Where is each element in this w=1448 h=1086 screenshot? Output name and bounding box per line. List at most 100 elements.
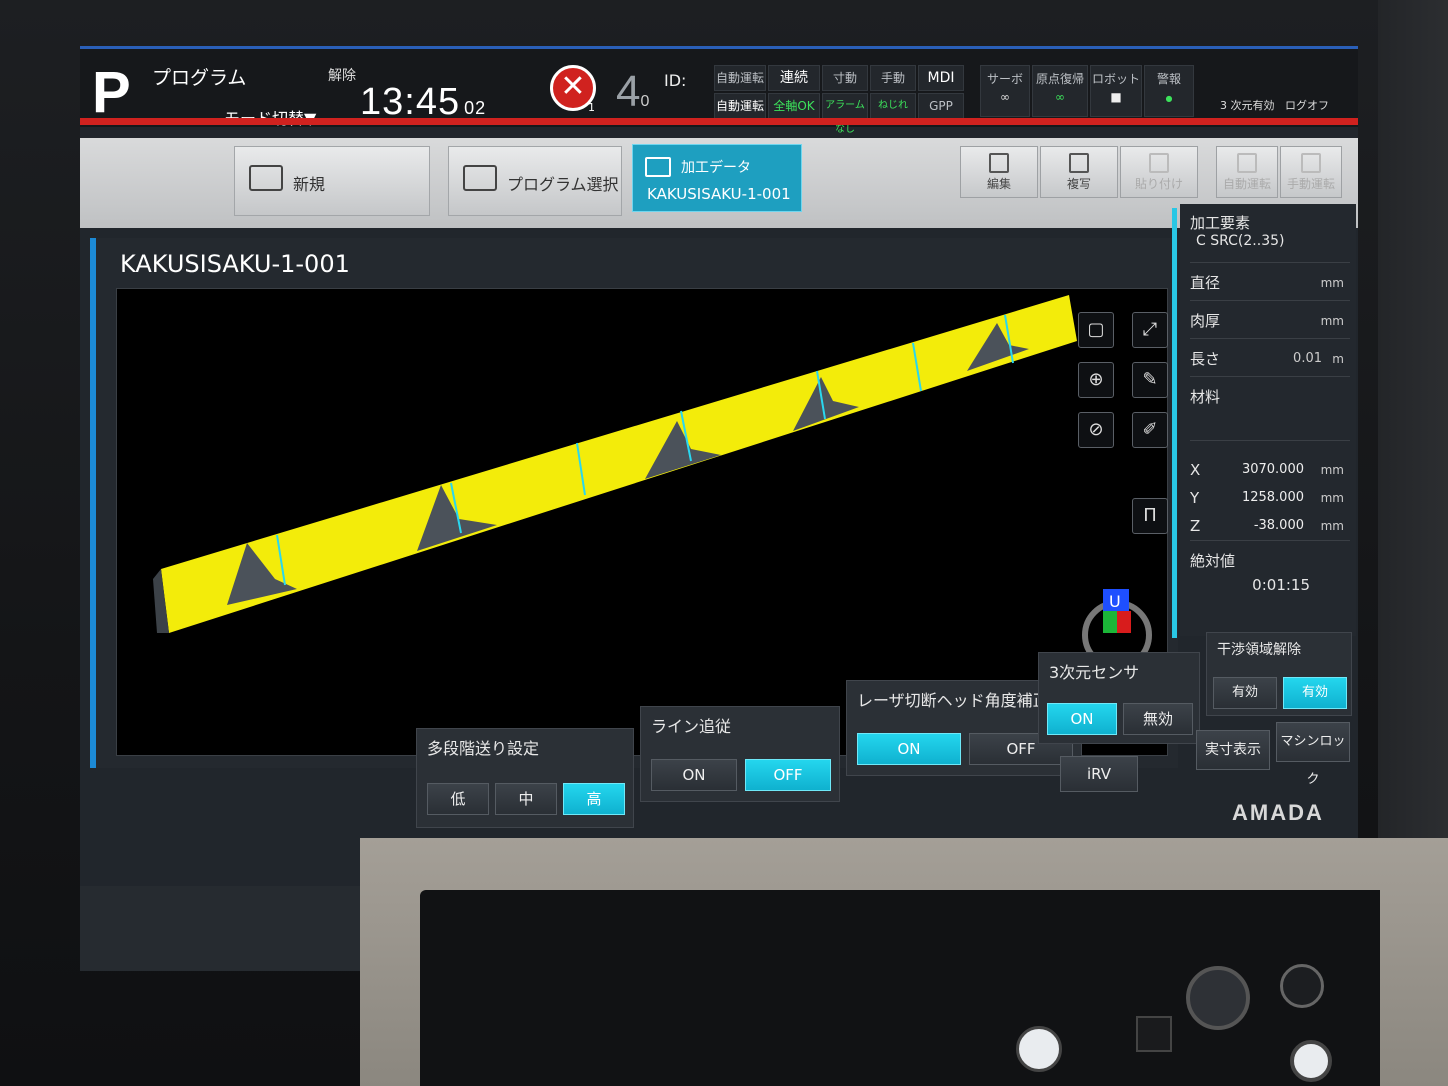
sensor3d-on-button[interactable]: ON xyxy=(1047,703,1117,735)
status-home: 原点復帰 ∞ xyxy=(1032,65,1088,117)
elapsed-time: 0:01:15 xyxy=(1252,576,1310,594)
status-manual: 手動 xyxy=(870,65,916,91)
program-select-label: プログラム選択 xyxy=(507,175,619,194)
info-panel: 加工要素 C SRC(2..35) 直径 mm 肉厚 mm 長さ 0.01 m … xyxy=(1180,204,1356,636)
3d-enabled-label[interactable]: 3 次元有効 xyxy=(1220,99,1275,112)
interference-disable-button[interactable]: 有効 xyxy=(1283,677,1347,709)
hmi-screen: P プログラム モード切替▼ 解除 13:4502 ✕ 1 40 ID: 自動運… xyxy=(80,46,1358,971)
thickness-label: 肉厚 xyxy=(1190,312,1221,330)
pipe-top-face xyxy=(161,295,1077,633)
z-unit: mm xyxy=(1320,519,1344,533)
length-label: 長さ xyxy=(1190,350,1221,368)
sensor3d-off-button[interactable]: 無効 xyxy=(1123,703,1193,735)
paste-label: 貼り付け xyxy=(1134,177,1183,191)
element-label: 加工要素 xyxy=(1190,214,1251,232)
manual-run-button[interactable]: 手動運転 xyxy=(1280,146,1342,198)
machine-lock-button[interactable]: マシンロック xyxy=(1276,722,1350,787)
orientation-cube-front[interactable] xyxy=(1103,611,1117,633)
laser-head-on-button[interactable]: ON xyxy=(857,733,961,765)
rotate-view-icon[interactable]: ⊕ xyxy=(1078,362,1114,398)
length-unit: m xyxy=(1332,352,1344,366)
edit-button[interactable]: 編集 xyxy=(960,146,1038,198)
monitor-icon xyxy=(645,157,671,177)
line-follow-group: ライン追従 ON OFF xyxy=(640,706,840,802)
reset-button[interactable] xyxy=(1136,1016,1172,1052)
interference-title: 干渉領域解除 xyxy=(1217,642,1301,658)
time-row: 0:01:15 xyxy=(1190,576,1350,606)
status-servo: サーボ ∞ xyxy=(980,65,1030,117)
multistep-low-button[interactable]: 低 xyxy=(427,783,489,815)
tab-processing-data-title: 加工データ xyxy=(681,160,751,176)
brand-logo: AMADA xyxy=(1232,800,1324,825)
viewport-title: KAKUSISAKU-1-001 xyxy=(120,250,350,278)
sensor3d-title: 3次元センサ xyxy=(1049,663,1140,682)
fit-view-icon[interactable]: ⤢ xyxy=(1132,312,1168,348)
program-number: 40 xyxy=(616,67,649,117)
rotary-switch[interactable] xyxy=(1186,966,1250,1030)
multistep-title: 多段階送り設定 xyxy=(427,739,540,758)
folder-icon xyxy=(249,165,283,191)
status2-gpp: GPP xyxy=(918,93,964,119)
tool-icon[interactable]: Π xyxy=(1132,498,1168,534)
measure-icon[interactable]: ✎ xyxy=(1132,362,1168,398)
diameter-label: 直径 xyxy=(1190,274,1221,292)
auto-run-label: 自動運転 xyxy=(1222,177,1271,191)
key-switch[interactable] xyxy=(1280,964,1324,1008)
z-row: Z -38.000 mm xyxy=(1190,512,1350,541)
pen-icon[interactable]: ✐ xyxy=(1132,412,1168,448)
paste-icon xyxy=(1149,153,1169,173)
status-servo-label: サーボ xyxy=(986,72,1023,86)
element-row: 加工要素 C SRC(2..35) xyxy=(1190,212,1350,263)
status2-no-alarm: アラームなし xyxy=(822,93,868,135)
diameter-row: 直径 mm xyxy=(1190,266,1350,301)
status-robot-label: ロボット xyxy=(1091,72,1140,86)
interference-group: 干渉領域解除 有効 有効 xyxy=(1206,632,1352,716)
material-row: 材料 xyxy=(1190,380,1350,441)
status-bar: P プログラム モード切替▼ 解除 13:4502 ✕ 1 40 ID: 自動運… xyxy=(80,46,1358,135)
multistep-group: 多段階送り設定 低 中 高 xyxy=(416,728,634,828)
servo-icon: ∞ xyxy=(1000,90,1010,104)
sensor3d-group: 3次元センサ ON 無効 xyxy=(1038,652,1200,744)
y-unit: mm xyxy=(1320,491,1344,505)
new-button[interactable]: 新規 xyxy=(234,146,430,216)
x-value: 3070.000 xyxy=(1241,462,1304,477)
clock-seconds: 02 xyxy=(464,98,487,118)
mode-name: プログラム xyxy=(152,67,247,89)
thickness-row: 肉厚 mm xyxy=(1190,304,1350,339)
line-follow-on-button[interactable]: ON xyxy=(651,759,737,791)
auto-run-button[interactable]: 自動運転 xyxy=(1216,146,1278,198)
power-button[interactable] xyxy=(1016,1026,1062,1072)
3d-box-view-icon[interactable]: ▢ xyxy=(1078,312,1114,348)
z-value: -38.000 xyxy=(1253,518,1304,533)
mode-switch-button[interactable]: モード切替▼ xyxy=(224,105,316,129)
y-label: Y xyxy=(1190,489,1200,507)
line-follow-off-button[interactable]: OFF xyxy=(745,759,831,791)
program-number-sub: 0 xyxy=(640,93,650,110)
status-alarm: 警報 ● xyxy=(1144,65,1194,117)
copy-button[interactable]: 複写 xyxy=(1040,146,1118,198)
multistep-high-button[interactable]: 高 xyxy=(563,783,625,815)
auto-run-icon xyxy=(1237,153,1257,173)
orientation-cube-side[interactable] xyxy=(1117,611,1131,633)
manual-run-icon xyxy=(1301,153,1321,173)
interference-enable-button[interactable]: 有効 xyxy=(1213,677,1277,709)
paste-button[interactable]: 貼り付け xyxy=(1120,146,1198,198)
actual-size-button[interactable]: 実寸表示 xyxy=(1196,730,1270,770)
tab-processing-data[interactable]: 加工データ KAKUSISAKU-1-001 xyxy=(632,144,802,212)
copy-icon xyxy=(1069,153,1089,173)
status-robot: ロボット ■ xyxy=(1090,65,1142,117)
status-mdi: MDI xyxy=(918,65,964,91)
irv-button[interactable]: iRV xyxy=(1060,756,1138,792)
line-follow-title: ライン追従 xyxy=(651,717,732,736)
multistep-mid-button[interactable]: 中 xyxy=(495,783,557,815)
emergency-button[interactable] xyxy=(1290,1040,1332,1082)
logoff-button[interactable]: ログオフ xyxy=(1285,99,1329,112)
z-label: Z xyxy=(1190,517,1201,535)
x-unit: mm xyxy=(1320,463,1344,477)
program-select-button[interactable]: プログラム選択 xyxy=(448,146,622,216)
length-value: 0.01 xyxy=(1293,351,1322,366)
section-view-icon[interactable]: ⊘ xyxy=(1078,412,1114,448)
lock-icon: ■ xyxy=(1110,90,1122,104)
status-auto: 自動運転 xyxy=(714,65,766,91)
connection-status: 解除 xyxy=(328,68,356,84)
